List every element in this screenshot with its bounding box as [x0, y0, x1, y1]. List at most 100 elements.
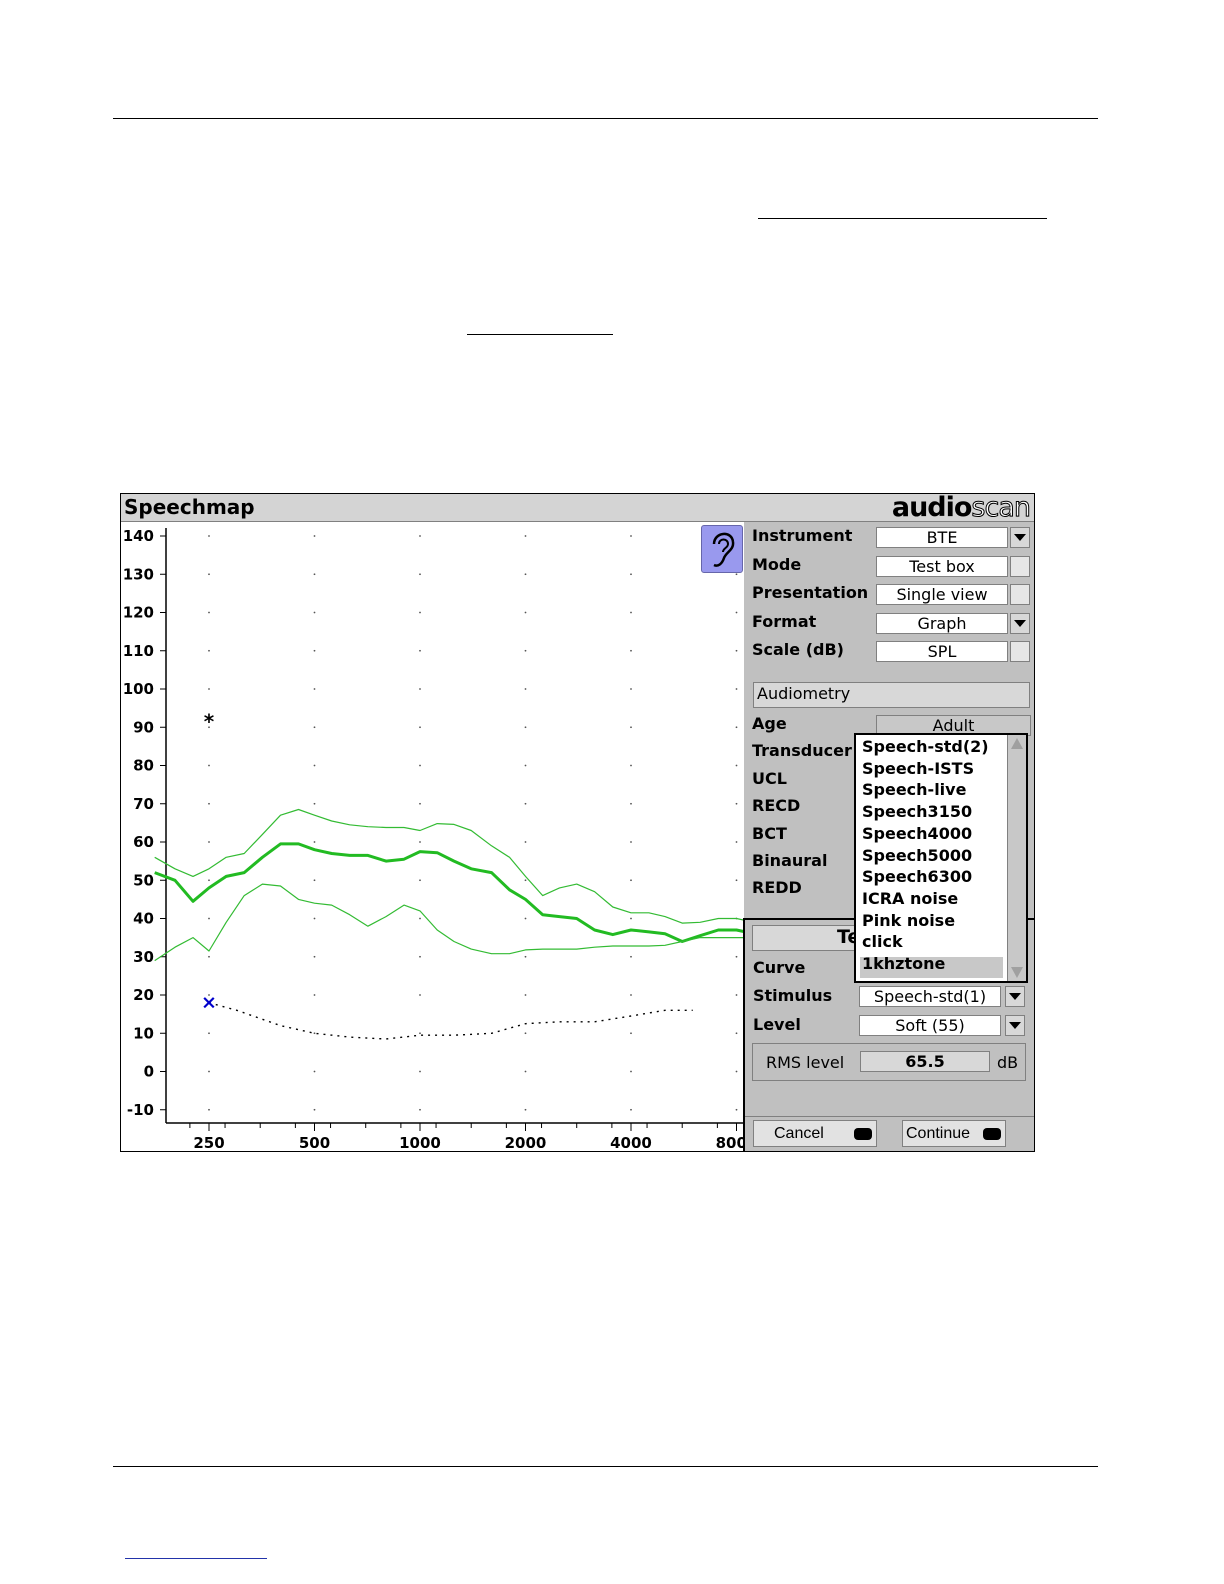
instrument-dropdown-button[interactable]: [1010, 527, 1030, 548]
dropdown-option[interactable]: Speech6300: [862, 867, 972, 886]
grid-dot: [735, 802, 738, 805]
grid-dot: [735, 841, 738, 843]
series-speech-upper: [154, 808, 744, 924]
format-dropdown-button[interactable]: [1010, 613, 1030, 634]
grid-dot: [524, 1070, 527, 1073]
series-speech-lower: [154, 883, 744, 962]
continue-label: Continue: [906, 1125, 971, 1142]
dropdown-option[interactable]: Pink noise: [862, 911, 955, 930]
dropdown-option[interactable]: Speech-live: [862, 780, 966, 799]
grid-dot: [630, 1032, 632, 1035]
series-speech-ltass: [154, 842, 744, 943]
grid-dot: [524, 841, 527, 843]
window-title: Speechmap: [124, 495, 255, 519]
scale-button[interactable]: [1010, 641, 1030, 662]
grid-dot: [524, 917, 527, 920]
scale-field[interactable]: SPL: [876, 641, 1008, 662]
footer-link-underline: [125, 1558, 267, 1559]
y-tick-label: 30: [133, 948, 154, 966]
dropdown-option[interactable]: Speech-ISTS: [862, 759, 974, 778]
cancel-button[interactable]: Cancel: [753, 1120, 877, 1147]
grid-dot: [630, 726, 632, 729]
cancel-led-icon: [854, 1128, 872, 1140]
dropdown-option[interactable]: Speech-std(2): [862, 737, 989, 756]
y-tick-label: 20: [133, 986, 154, 1004]
stimulus-dropdown-button[interactable]: [1005, 986, 1025, 1007]
level-select[interactable]: Soft (55): [859, 1015, 1001, 1036]
dropdown-option[interactable]: click: [862, 932, 903, 951]
stimulus-dropdown-list[interactable]: Speech-std(2) Speech-ISTS Speech-live Speec…: [854, 733, 1028, 983]
y-tick-label: 0: [144, 1063, 154, 1081]
grid-dot: [735, 573, 738, 576]
grid-dot: [524, 1108, 527, 1111]
continue-button[interactable]: Continue: [902, 1120, 1006, 1147]
grid-dot: [524, 879, 527, 882]
y-tick-label: 130: [123, 565, 154, 583]
y-tick-label: 70: [133, 795, 154, 813]
grid-dot: [208, 955, 210, 958]
y-tick-label: 60: [133, 833, 154, 851]
grid-dot: [208, 535, 210, 537]
grid-dot: [313, 1108, 316, 1111]
grid-dot: [208, 841, 210, 843]
grid-dot: [630, 688, 632, 690]
x-tick-label: 8000: [716, 1134, 744, 1151]
scroll-down-icon[interactable]: [1011, 967, 1023, 978]
grid-dot: [419, 841, 421, 843]
grid-dot: [313, 879, 316, 882]
instrument-select[interactable]: BTE: [876, 527, 1008, 548]
grid-dot: [630, 611, 632, 614]
title-bar: Speechmap audioscan: [121, 493, 1034, 524]
audiometry-section-button[interactable]: Audiometry: [753, 682, 1030, 708]
format-select[interactable]: Graph: [876, 613, 1008, 634]
grid-dot: [419, 1032, 421, 1035]
presentation-field[interactable]: Single view: [876, 584, 1008, 605]
grid-dot: [630, 764, 632, 767]
grid-dot: [313, 573, 316, 576]
x-tick-label: 500: [299, 1134, 330, 1151]
grid-dot: [630, 955, 632, 958]
grid-dot: [419, 649, 421, 652]
underline-mark-1: [758, 218, 1047, 219]
y-tick-label: 120: [123, 604, 154, 622]
grid-dot: [735, 1032, 738, 1035]
stimulus-select[interactable]: Speech-std(1): [859, 986, 1001, 1007]
grid-dot: [208, 1032, 210, 1035]
grid-dot: [419, 802, 421, 805]
grid-dot: [419, 611, 421, 614]
ucl-marker: *: [204, 710, 215, 734]
threshold-marker: ×: [201, 992, 217, 1014]
dropdown-option[interactable]: Speech3150: [862, 802, 972, 821]
ear-select-button[interactable]: [701, 525, 743, 573]
mode-field[interactable]: Test box: [876, 556, 1008, 577]
rms-unit: dB: [997, 1053, 1019, 1072]
level-dropdown-button[interactable]: [1005, 1015, 1025, 1036]
grid-dot: [735, 688, 738, 690]
grid-dot: [419, 688, 421, 690]
stimulus-label: Stimulus: [753, 986, 833, 1005]
grid-dot: [208, 917, 210, 920]
grid-dot: [524, 535, 527, 537]
header-rule: [113, 118, 1098, 119]
grid-dot: [313, 1032, 316, 1035]
grid-dot: [313, 1070, 316, 1073]
presentation-button[interactable]: [1010, 584, 1030, 605]
dropdown-option[interactable]: Speech4000: [862, 824, 972, 843]
cancel-label: Cancel: [774, 1125, 824, 1142]
grid-dot: [735, 879, 738, 882]
dropdown-option[interactable]: Speech5000: [862, 846, 972, 865]
dropdown-scrollbar[interactable]: [1007, 735, 1026, 981]
grid-dot: [208, 764, 210, 767]
grid-dot: [524, 802, 527, 805]
grid-dot: [735, 764, 738, 767]
grid-dot: [630, 573, 632, 576]
y-tick-label: 50: [133, 871, 154, 889]
mode-button[interactable]: [1010, 556, 1030, 577]
grid-dot: [630, 802, 632, 805]
brand-light: scan: [971, 493, 1032, 524]
scroll-up-icon[interactable]: [1011, 738, 1023, 749]
dropdown-option[interactable]: 1khztone: [862, 954, 945, 973]
x-tick-label: 250: [193, 1134, 224, 1151]
y-tick-label: 40: [133, 910, 154, 928]
dropdown-option[interactable]: ICRA noise: [862, 889, 958, 908]
